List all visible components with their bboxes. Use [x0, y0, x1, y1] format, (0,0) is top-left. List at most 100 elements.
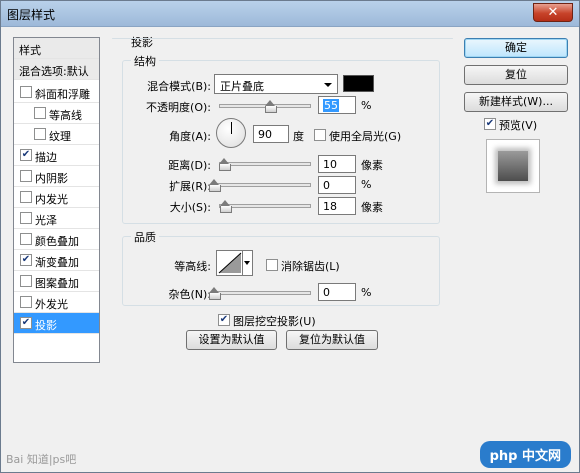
sidebar-item-checkbox[interactable]: [20, 233, 32, 245]
angle-input[interactable]: 90: [253, 125, 289, 143]
opacity-slider-thumb[interactable]: [264, 100, 277, 113]
knockout-checkbox[interactable]: ✔: [218, 314, 230, 326]
noise-value: 0: [323, 286, 330, 299]
contour-label: 等高线:: [174, 260, 211, 273]
distance-value: 10: [323, 158, 337, 171]
spread-slider-thumb[interactable]: [209, 179, 221, 192]
window-title: 图层样式: [7, 8, 56, 22]
preview-square: [498, 151, 528, 181]
sidebar-item-label: 光泽: [35, 214, 57, 227]
sidebar-item[interactable]: 颜色叠加: [14, 229, 99, 250]
blend-mode-label: 混合模式(B):: [147, 80, 211, 93]
sidebar-item-checkbox[interactable]: [20, 191, 32, 203]
reset-default-button[interactable]: 复位为默认值: [286, 330, 378, 350]
preview-checkbox[interactable]: ✔: [484, 118, 496, 130]
global-light-label: 使用全局光(G): [329, 130, 402, 143]
sidebar-item-label: 颜色叠加: [35, 235, 79, 248]
sidebar-item[interactable]: 内发光: [14, 187, 99, 208]
sidebar-item-label: 斜面和浮雕: [35, 88, 90, 101]
distance-slider-track: [219, 162, 311, 166]
sidebar-item-checkbox[interactable]: ✔: [20, 254, 32, 266]
anti-alias-checkbox[interactable]: [266, 259, 278, 271]
preview-label: 预览(V): [499, 119, 538, 132]
opacity-value: 55: [323, 99, 339, 112]
sidebar-item-checkbox[interactable]: [20, 212, 32, 224]
sidebar-item-checkbox[interactable]: [34, 107, 46, 119]
layer-style-dialog: 图层样式 ✕ 样式 混合选项:默认 斜面和浮雕 等高线 纹理 ✔ 描边 内阴影 内发光 光泽 颜色叠…: [0, 0, 580, 473]
sidebar-item-label: 纹理: [49, 130, 71, 143]
size-value: 18: [323, 200, 337, 213]
noise-slider-track: [214, 291, 311, 295]
distance-unit: 像素: [361, 159, 383, 172]
angle-dial[interactable]: [216, 118, 246, 148]
close-icon: ✕: [547, 5, 559, 20]
spread-value: 0: [323, 179, 330, 192]
ok-button[interactable]: 确定: [464, 38, 568, 58]
distance-slider-thumb[interactable]: [218, 158, 231, 171]
blend-mode-value: 正片叠底: [220, 80, 264, 93]
size-slider-thumb[interactable]: [220, 200, 233, 213]
spread-slider[interactable]: [209, 179, 311, 193]
sidebar-item[interactable]: 混合选项:默认: [14, 59, 99, 80]
distance-input[interactable]: 10: [318, 155, 356, 173]
angle-unit: 度: [293, 130, 304, 143]
blend-color-swatch[interactable]: [343, 75, 374, 92]
spread-slider-track: [214, 183, 311, 187]
noise-label: 杂色(N):: [168, 288, 211, 301]
spread-label: 扩展(R):: [169, 180, 211, 193]
sidebar-item[interactable]: ✔ 投影: [14, 313, 99, 334]
sidebar-item-checkbox[interactable]: [20, 275, 32, 287]
noise-slider-thumb[interactable]: [209, 287, 221, 300]
size-input[interactable]: 18: [318, 197, 356, 215]
sidebar-item-label: 描边: [35, 151, 57, 164]
contour-picker[interactable]: [216, 250, 253, 276]
sidebar-item[interactable]: 内阴影: [14, 166, 99, 187]
blend-mode-select[interactable]: 正片叠底: [214, 74, 338, 94]
global-light-checkbox[interactable]: [314, 129, 326, 141]
sidebar-item-label: 图案叠加: [35, 277, 79, 290]
sidebar-item-label: 样式: [19, 44, 41, 57]
opacity-label: 不透明度(O):: [146, 101, 211, 114]
contour-dropdown[interactable]: [242, 251, 252, 275]
sidebar-item-label: 内发光: [35, 193, 68, 206]
baidu-watermark: Bai 知道|ps吧: [6, 453, 77, 466]
spread-input[interactable]: 0: [318, 176, 356, 194]
close-button[interactable]: ✕: [533, 3, 573, 22]
opacity-unit: %: [361, 99, 372, 112]
opacity-slider[interactable]: [219, 100, 311, 114]
new-style-button[interactable]: 新建样式(W)...: [464, 92, 568, 112]
sidebar-item-checkbox[interactable]: ✔: [20, 149, 32, 161]
distance-label: 距离(D):: [168, 159, 211, 172]
sidebar-item[interactable]: 外发光: [14, 292, 99, 313]
knockout-label: 图层挖空投影(U): [233, 315, 316, 328]
sidebar-item-label: 内阴影: [35, 172, 68, 185]
sidebar-item[interactable]: 等高线: [14, 103, 99, 124]
sidebar-item-checkbox[interactable]: [34, 128, 46, 140]
sidebar-item[interactable]: 图案叠加: [14, 271, 99, 292]
noise-slider[interactable]: [209, 287, 311, 301]
sidebar-item-checkbox[interactable]: [20, 296, 32, 308]
sidebar-item[interactable]: 光泽: [14, 208, 99, 229]
reset-button[interactable]: 复位: [464, 65, 568, 85]
sidebar-item-label: 外发光: [35, 298, 68, 311]
sidebar-item[interactable]: 样式: [14, 38, 99, 59]
distance-slider[interactable]: [218, 158, 311, 172]
size-slider-track: [219, 204, 311, 208]
opacity-input[interactable]: 55: [318, 96, 356, 114]
sidebar-item-label: 混合选项:默认: [19, 65, 89, 78]
angle-label: 角度(A):: [169, 130, 211, 143]
size-label: 大小(S):: [169, 201, 211, 214]
sidebar-item[interactable]: 斜面和浮雕: [14, 82, 99, 103]
sidebar-item[interactable]: ✔ 渐变叠加: [14, 250, 99, 271]
sidebar-item[interactable]: 纹理: [14, 124, 99, 145]
set-default-button[interactable]: 设置为默认值: [186, 330, 277, 350]
panel-title: 投影: [128, 34, 156, 50]
noise-input[interactable]: 0: [318, 283, 356, 301]
sidebar-item[interactable]: ✔ 描边: [14, 145, 99, 166]
sidebar-item-checkbox[interactable]: ✔: [20, 317, 32, 329]
size-unit: 像素: [361, 201, 383, 214]
sidebar-item-checkbox[interactable]: [20, 86, 32, 98]
sidebar-item-label: 等高线: [49, 109, 82, 122]
sidebar-item-checkbox[interactable]: [20, 170, 32, 182]
size-slider[interactable]: [219, 200, 311, 214]
